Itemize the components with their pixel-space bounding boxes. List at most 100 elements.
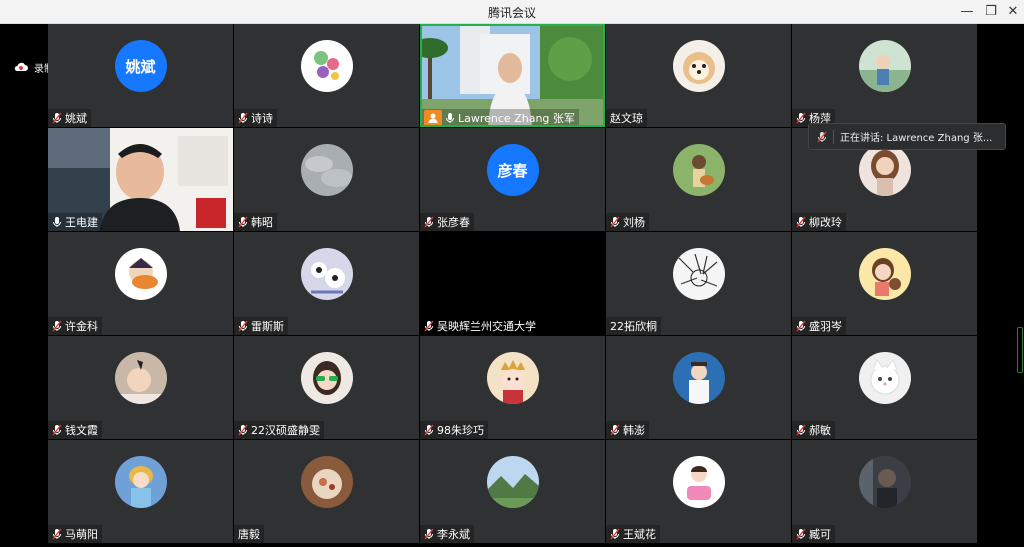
muted-mic-icon bbox=[796, 528, 806, 540]
masked-cartoon-avatar bbox=[114, 248, 167, 300]
participant-tile[interactable]: 刘杨 bbox=[606, 128, 791, 231]
participant-name: 吴映辉兰州交通大学 bbox=[437, 320, 536, 333]
name-bar: 韩澎 bbox=[606, 421, 649, 439]
participant-name: 王电建 bbox=[65, 216, 98, 229]
muted-mic-icon bbox=[796, 216, 806, 228]
mic-on-icon bbox=[53, 217, 61, 227]
participant-tile[interactable]: 臧可 bbox=[792, 440, 977, 543]
princess-cartoon-avatar bbox=[486, 352, 539, 404]
participant-tile[interactable]: 姚斌 姚斌 bbox=[48, 24, 233, 127]
food-photo-avatar bbox=[300, 456, 353, 508]
muted-mic-icon bbox=[424, 424, 434, 436]
name-bar: 吴映辉兰州交通大学 bbox=[420, 317, 540, 335]
name-bar: 赵文琼 bbox=[606, 109, 647, 127]
participant-name: 韩澎 bbox=[623, 424, 645, 437]
restore-icon[interactable]: ❐ bbox=[980, 2, 1002, 22]
boy-in-shirt-avatar bbox=[672, 352, 725, 404]
participant-tile[interactable]: 韩昭 bbox=[234, 128, 419, 231]
name-bar: 姚斌 bbox=[48, 109, 91, 127]
close-icon[interactable]: ✕ bbox=[1002, 2, 1024, 22]
minimize-icon[interactable]: — bbox=[956, 2, 978, 22]
cartoon-girl-avatar bbox=[858, 248, 911, 300]
participant-tile[interactable]: 98朱珍巧 bbox=[420, 336, 605, 439]
name-bar: 诗诗 bbox=[234, 109, 277, 127]
participant-tile[interactable]: Lawrence Zhang 张军 bbox=[420, 24, 605, 127]
cloud-record-icon bbox=[14, 62, 28, 71]
participant-tile[interactable]: 韩澎 bbox=[606, 336, 791, 439]
participant-tile[interactable]: 22拓欣桐 bbox=[606, 232, 791, 335]
muted-mic-icon bbox=[610, 528, 620, 540]
participant-tile[interactable]: 王斌花 bbox=[606, 440, 791, 543]
name-bar: 张彦春 bbox=[420, 213, 474, 231]
avatar: 彦春 bbox=[486, 144, 539, 196]
woman-portrait-avatar bbox=[858, 144, 911, 196]
participant-tile[interactable]: 李永斌 bbox=[420, 440, 605, 543]
participant-tile[interactable]: 王电建 bbox=[48, 128, 233, 231]
mic-on-icon bbox=[446, 113, 454, 123]
muted-mic-icon bbox=[817, 131, 827, 142]
name-bar: 许金科 bbox=[48, 317, 102, 335]
baby-photo-avatar bbox=[114, 352, 167, 404]
participant-name: 刘杨 bbox=[623, 216, 645, 229]
user-icon bbox=[424, 110, 442, 126]
participant-name: 姚斌 bbox=[65, 112, 87, 125]
participant-name: 唐毅 bbox=[238, 528, 260, 541]
name-bar: 刘杨 bbox=[606, 213, 649, 231]
participant-tile[interactable]: 郝敏 bbox=[792, 336, 977, 439]
green-glasses-avatar bbox=[300, 352, 353, 404]
avatar: 姚斌 bbox=[114, 40, 167, 92]
muted-mic-icon bbox=[610, 216, 620, 228]
side-scroll-handle[interactable] bbox=[1017, 327, 1023, 373]
pink-cartoon-avatar bbox=[672, 456, 725, 508]
participant-tile[interactable]: 赵文琼 bbox=[606, 24, 791, 127]
name-bar: 马萌阳 bbox=[48, 525, 102, 543]
participant-tile[interactable]: 吴映辉兰州交通大学 bbox=[420, 232, 605, 335]
participant-name: 22拓欣桐 bbox=[610, 320, 657, 333]
participant-name: 柳改玲 bbox=[809, 216, 842, 229]
muted-mic-icon bbox=[52, 424, 62, 436]
participant-tile[interactable]: 雷斯斯 bbox=[234, 232, 419, 335]
participant-grid: 姚斌 姚斌 诗诗 Lawrence Zhang 张军 赵文琼 杨萍 王电建 韩昭 彦春 张彦春 刘杨… bbox=[48, 24, 977, 547]
participant-tile[interactable]: 许金科 bbox=[48, 232, 233, 335]
participant-tile[interactable]: 盛羽岑 bbox=[792, 232, 977, 335]
cute-animals-avatar bbox=[300, 248, 353, 300]
participant-name: Lawrence Zhang 张军 bbox=[458, 112, 575, 125]
name-bar: 臧可 bbox=[792, 525, 835, 543]
participant-name: 李永斌 bbox=[437, 528, 470, 541]
participant-name: 雷斯斯 bbox=[251, 320, 284, 333]
title-bar: 腾讯会议 — ❐ ✕ bbox=[0, 0, 1024, 24]
participant-name: 诗诗 bbox=[251, 112, 273, 125]
cinderella-cartoon-avatar bbox=[114, 456, 167, 508]
manga-sketch-avatar bbox=[672, 248, 725, 300]
white-cat-avatar bbox=[858, 352, 911, 404]
muted-mic-icon bbox=[424, 216, 434, 228]
muted-mic-icon bbox=[52, 320, 62, 332]
participant-name: 钱文霞 bbox=[65, 424, 98, 437]
participant-name: 许金科 bbox=[65, 320, 98, 333]
participant-tile[interactable]: 钱文霞 bbox=[48, 336, 233, 439]
muted-mic-icon bbox=[238, 320, 248, 332]
participant-name: 98朱珍巧 bbox=[437, 424, 484, 437]
divider bbox=[833, 129, 834, 144]
name-bar: 钱文霞 bbox=[48, 421, 102, 439]
participant-name: 张彦春 bbox=[437, 216, 470, 229]
speaking-label: 正在讲话: Lawrence Zhang 张... bbox=[840, 133, 993, 144]
name-bar: 王斌花 bbox=[606, 525, 660, 543]
name-bar: 柳改玲 bbox=[792, 213, 846, 231]
participant-tile[interactable]: 彦春张彦春 bbox=[420, 128, 605, 231]
participant-tile[interactable]: 马萌阳 bbox=[48, 440, 233, 543]
participant-tile[interactable]: 唐毅 bbox=[234, 440, 419, 543]
muted-mic-icon bbox=[238, 112, 248, 124]
speaking-indicator: 正在讲话: Lawrence Zhang 张... bbox=[808, 123, 1006, 150]
participant-tile[interactable]: 诗诗 bbox=[234, 24, 419, 127]
window-title: 腾讯会议 bbox=[487, 6, 536, 20]
dark-portrait-avatar bbox=[858, 456, 911, 508]
guitar-cartoon-avatar bbox=[672, 144, 725, 196]
muted-mic-icon bbox=[424, 320, 434, 332]
participant-tile[interactable]: 杨萍 bbox=[792, 24, 977, 127]
name-bar: Lawrence Zhang 张军 bbox=[420, 109, 579, 127]
name-bar: 雷斯斯 bbox=[234, 317, 288, 335]
participant-name: 22汉硕盛静雯 bbox=[251, 424, 320, 437]
participant-tile[interactable]: 22汉硕盛静雯 bbox=[234, 336, 419, 439]
mountain-landscape-avatar bbox=[486, 456, 539, 508]
